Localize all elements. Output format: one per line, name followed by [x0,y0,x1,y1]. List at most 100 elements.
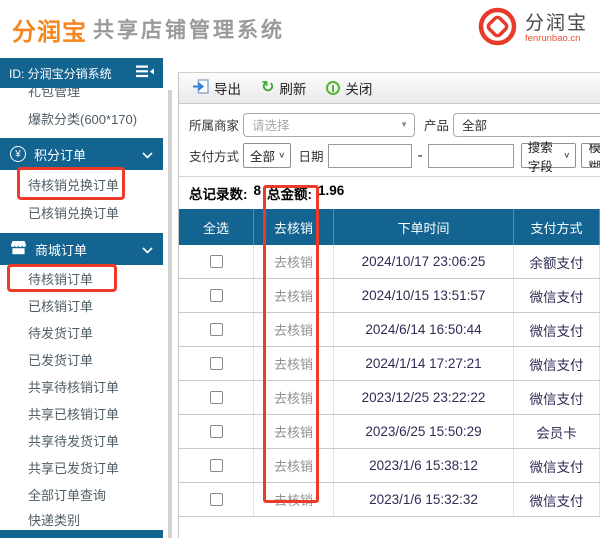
product-label: 产品 [424,115,449,134]
sidebar-item-label: 待发货订单 [28,323,93,342]
payment-method-cell: 微信支付 [514,381,600,414]
refresh-label: 刷新 [279,78,306,98]
sidebar-section-mall-orders[interactable]: 商城订单 [0,233,163,265]
dropdown-arrow-icon: ▼ [400,120,408,129]
order-time-cell: 2024/10/15 13:51:57 [334,279,514,312]
column-header-order-time: 下单时间 [334,209,514,245]
summary-bar: 总记录数: 8 总金额: 1.96 [179,176,600,208]
table-row: 去核销 2023/6/25 15:50:29 会员卡 [179,415,600,449]
sidebar-item-label: 已发货订单 [28,350,93,369]
filter-row-2: 支付方式 全部 ∨ 日期 - 搜索字段 ∨ 模糊 [189,141,600,170]
row-checkbox[interactable] [210,255,223,268]
sidebar-item-pending-ship-orders[interactable]: 待发货订单 [0,319,163,346]
sidebar-item-label: 爆款分类(600*170) [28,109,137,128]
refresh-icon: ↻ [261,81,274,95]
payment-method-cell: 会员卡 [514,415,600,448]
row-checkbox[interactable] [210,357,223,370]
match-mode-select[interactable]: 模糊 [581,143,600,168]
verify-action-link[interactable]: 去核销 [274,456,313,475]
table-row: 去核销 2024/1/14 17:27:21 微信支付 [179,347,600,381]
row-checkbox[interactable] [210,323,223,336]
product-select[interactable]: 全部 [453,113,600,137]
sidebar-item-pending-redeem-orders[interactable]: 待核销兑换订单 [0,170,163,198]
sidebar-item-label: 共享已发货订单 [28,458,119,477]
row-checkbox[interactable] [210,459,223,472]
payment-method-select[interactable]: 全部 ∨ [243,143,291,168]
column-header-select-all[interactable]: 全选 [179,209,254,245]
date-to-input[interactable] [428,144,514,168]
sidebar-scrollbar[interactable] [168,90,172,538]
collapse-menu-icon[interactable] [136,65,154,81]
sidebar-item-all-orders-query[interactable]: 全部订单查询 [0,481,163,508]
company-logo: 分润宝 fenrunbao.cn [477,6,588,52]
export-label: 导出 [214,78,241,98]
verify-action-link[interactable]: 去核销 [274,388,313,407]
verify-action-link[interactable]: 去核销 [274,354,313,373]
orders-table: 全选 去核销 下单时间 支付方式 去核销 2024/10/17 23:06:25… [179,209,600,517]
payment-method-label: 支付方式 [189,146,239,165]
sidebar-item-label: 共享待发货订单 [28,431,119,450]
payment-method-cell: 微信支付 [514,449,600,482]
sidebar-item-verified-orders[interactable]: 已核销订单 [0,292,163,319]
verify-action-link[interactable]: 去核销 [274,286,313,305]
search-field-select[interactable]: 搜索字段 ∨ [521,143,577,168]
export-icon [193,79,209,97]
row-checkbox[interactable] [210,289,223,302]
records-count: 8 [254,183,262,203]
sidebar-item-label: 已核销兑换订单 [28,203,119,222]
sidebar-id-label: ID: 分润宝分销系统 [9,65,112,82]
table-header-row: 全选 去核销 下单时间 支付方式 [179,209,600,245]
select-arrow-icon: ∨ [278,151,285,160]
sidebar-section-points-orders[interactable]: ¥ 积分订单 [0,138,163,170]
sidebar-item-shipped-orders[interactable]: 已发货订单 [0,346,163,373]
merchant-select[interactable]: 请选择 ▼ [243,113,415,137]
sidebar-menu: 礼包管理 爆款分类(600*170) ¥ 积分订单 待核销兑换订单 已核销兑换订… [0,76,163,538]
sidebar-item-pending-verify-orders[interactable]: 待核销订单 [0,265,163,292]
merchant-placeholder: 请选择 [252,115,290,134]
verify-action-link[interactable]: 去核销 [274,320,313,339]
filter-area: 所属商家 请选择 ▼ 产品 全部 支付方式 全部 ∨ 日期 - 搜索字段 ∨ [179,104,600,170]
order-time-cell: 2024/6/14 16:50:44 [334,313,514,346]
sidebar-item-label: 全部订单查询 [28,485,106,504]
export-button[interactable]: 导出 [193,78,241,98]
close-button[interactable]: 关闭 [326,78,372,98]
payment-method-value: 全部 [250,146,275,165]
sidebar-item-shared-pending-ship[interactable]: 共享待发货订单 [0,427,163,454]
chevron-down-icon [142,147,153,162]
sidebar-item-label: 共享已核销订单 [28,404,119,423]
payment-method-cell: 微信支付 [514,347,600,380]
verify-action-link[interactable]: 去核销 [274,252,313,271]
amount-label: 总金额: [267,183,312,203]
row-checkbox[interactable] [210,391,223,404]
filter-row-1: 所属商家 请选择 ▼ 产品 全部 [189,110,600,139]
row-checkbox[interactable] [210,493,223,506]
refresh-button[interactable]: ↻ 刷新 [261,78,306,98]
sidebar-item-shared-shipped[interactable]: 共享已发货订单 [0,454,163,481]
close-icon [326,81,340,95]
payment-method-cell: 微信支付 [514,483,600,516]
sidebar-item-redeemed-orders[interactable]: 已核销兑换订单 [0,198,163,226]
verify-action-link[interactable]: 去核销 [274,422,313,441]
sidebar-item-hot-category[interactable]: 爆款分类(600*170) [0,104,163,132]
logo-name: 分润宝 [525,14,588,34]
sidebar-section-label: 积分订单 [34,145,86,164]
verify-action-link[interactable]: 去核销 [274,490,313,509]
amount-value: 1.96 [318,183,344,203]
date-from-input[interactable] [328,144,412,168]
sidebar-section-clipped[interactable] [0,530,163,538]
order-time-cell: 2023/1/6 15:32:32 [334,483,514,516]
order-time-cell: 2024/1/14 17:27:21 [334,347,514,380]
match-mode-value: 模糊 [588,143,600,168]
sidebar-item-shared-verified[interactable]: 共享已核销订单 [0,400,163,427]
table-row: 去核销 2023/1/6 15:32:32 微信支付 [179,483,600,517]
payment-method-cell: 微信支付 [514,279,600,312]
sidebar-id-header: ID: 分润宝分销系统 [0,58,163,88]
sidebar-item-express-category[interactable]: 快递类别 [0,508,163,530]
coin-logo-icon [477,6,518,52]
row-checkbox[interactable] [210,425,223,438]
table-row: 去核销 2024/10/17 23:06:25 余额支付 [179,245,600,279]
sidebar: ID: 分润宝分销系统 礼包管理 爆款分类(600*170) ¥ 积分订单 待核… [0,58,163,538]
sidebar-item-shared-pending-verify[interactable]: 共享待核销订单 [0,373,163,400]
order-time-cell: 2023/12/25 23:22:22 [334,381,514,414]
order-time-cell: 2023/6/25 15:50:29 [334,415,514,448]
